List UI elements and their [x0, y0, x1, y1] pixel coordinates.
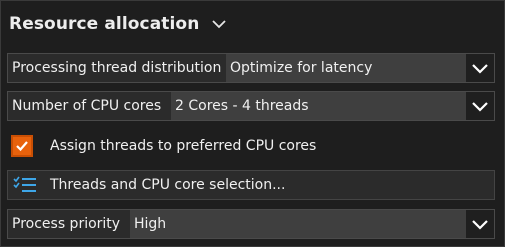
- cpu-cores-row: Number of CPU cores 2 Cores - 4 threads: [7, 91, 495, 121]
- process-priority-row: Process priority High: [7, 209, 495, 239]
- section-title: Resource allocation: [9, 14, 200, 34]
- core-selection-label: Threads and CPU core selection...: [50, 177, 286, 193]
- thread-distribution-select[interactable]: Optimize for latency: [226, 54, 494, 82]
- chevron-down-icon[interactable]: [466, 54, 494, 82]
- cpu-cores-select[interactable]: 2 Cores - 4 threads: [171, 92, 494, 120]
- checkmark-icon: [16, 141, 28, 152]
- assign-threads-row: Assign threads to preferred CPU cores: [7, 131, 495, 161]
- resource-allocation-panel: Resource allocation Processing thread di…: [0, 0, 505, 247]
- chevron-down-icon: [211, 16, 227, 32]
- thread-distribution-value: Optimize for latency: [230, 60, 373, 76]
- checklist-icon: [13, 176, 37, 194]
- assign-threads-checkbox[interactable]: [11, 135, 33, 157]
- section-header[interactable]: Resource allocation: [9, 12, 227, 36]
- core-selection-button[interactable]: Threads and CPU core selection...: [7, 170, 495, 200]
- process-priority-label: Process priority: [8, 210, 130, 238]
- assign-threads-label: Assign threads to preferred CPU cores: [50, 138, 317, 154]
- chevron-down-icon[interactable]: [466, 92, 494, 120]
- process-priority-value: High: [134, 216, 167, 232]
- cpu-cores-label: Number of CPU cores: [8, 92, 171, 120]
- thread-distribution-row: Processing thread distribution Optimize …: [7, 53, 495, 83]
- chevron-down-icon[interactable]: [466, 210, 494, 238]
- process-priority-select[interactable]: High: [130, 210, 494, 238]
- thread-distribution-label: Processing thread distribution: [8, 54, 226, 82]
- cpu-cores-value: 2 Cores - 4 threads: [175, 98, 309, 114]
